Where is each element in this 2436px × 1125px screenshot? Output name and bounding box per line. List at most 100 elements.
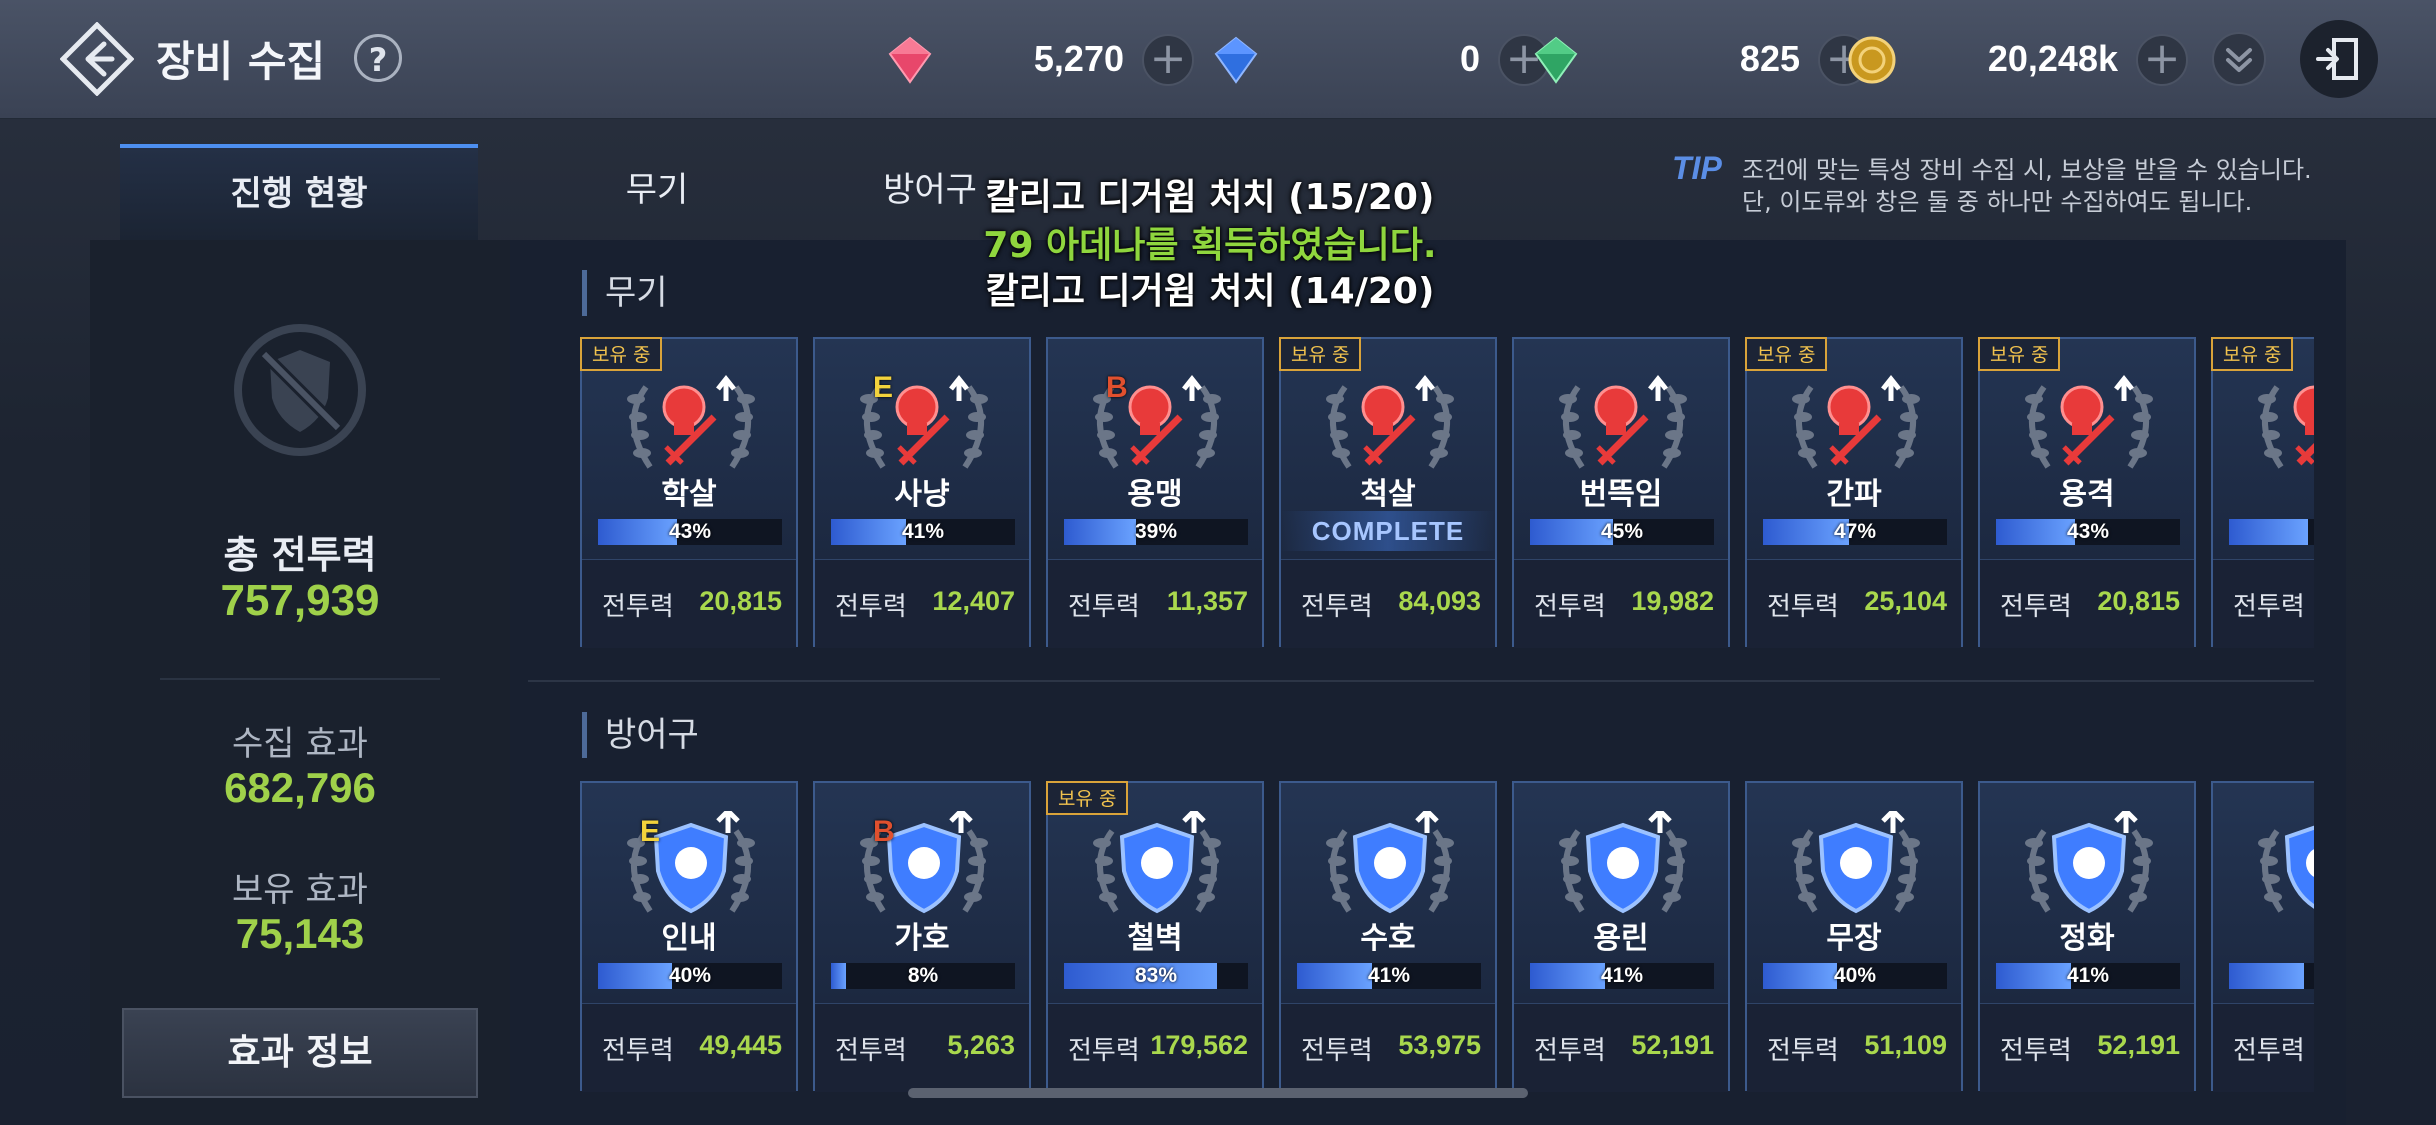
power-label: 전투력 [835, 592, 907, 622]
item-name: 철벽 [1127, 921, 1183, 956]
weapon-card[interactable]: 보유 중 전투력 [2211, 337, 2314, 648]
item-name: 학살 [661, 477, 717, 512]
power-row: 전투력 49,445 [582, 1003, 796, 1092]
weapon-card[interactable]: 보유 중척살 COMPLETE 전투력 84,093 [1279, 337, 1497, 648]
shield-sword-emblem-icon [234, 324, 366, 456]
progress-percent: 40% [1833, 964, 1877, 987]
back-button[interactable] [59, 21, 135, 97]
weapon-card-row: 보유 중 학살 43% 전투력 20,815 E 사냥 41% 전투력 12,407 B 용맹 39% 전… [580, 337, 2314, 649]
complete-banner: COMPLETE [1281, 511, 1495, 551]
weapon-card[interactable]: E 사냥 41% 전투력 12,407 [813, 337, 1031, 648]
expand-menu-button[interactable] [2212, 32, 2266, 86]
power-row: 전투력 [2213, 1003, 2314, 1092]
currency-green-gem: 825 + [1530, 30, 1870, 88]
power-row: 전투력 11,357 [1048, 559, 1262, 648]
power-value: 53,975 [1398, 1030, 1481, 1060]
armor-card[interactable]: 정화 41% 전투력 52,191 [1978, 781, 2196, 1092]
armor-card[interactable]: 무장 40% 전투력 51,109 [1745, 781, 1963, 1092]
progress-percent: 45% [1600, 520, 1644, 543]
tip-line-1: 조건에 맞는 특성 장비 수집 시, 보상을 받을 수 있습니다. [1742, 156, 2312, 184]
power-label: 전투력 [1534, 1036, 1606, 1066]
power-row: 전투력 84,093 [1281, 559, 1495, 648]
armor-card[interactable]: 보유 중 철벽 83% 전투력 179,562 [1046, 781, 1264, 1092]
progress-bar: 41% [1297, 963, 1481, 989]
owned-badge: 보유 중 [1279, 337, 1362, 371]
effect-info-button[interactable]: 효과 정보 [122, 1008, 478, 1098]
total-power-value: 757,939 [220, 576, 380, 625]
weapon-card[interactable]: 보유 중 용격 43% 전투력 20,815 [1978, 337, 2196, 648]
power-label: 전투력 [1767, 1036, 1839, 1066]
own-effect-label: 보유 효과 [232, 870, 368, 910]
weapon-card[interactable]: 보유 중 간파 47% 전투력 25,104 [1745, 337, 1963, 648]
currency-blue-gem: 0 + [1210, 30, 1550, 88]
exit-button[interactable] [2300, 20, 2378, 98]
red-gem-icon [888, 36, 932, 84]
skull-shield-icon [2237, 811, 2314, 931]
power-label: 전투력 [1767, 592, 1839, 622]
item-name: 용린 [1593, 921, 1649, 956]
progress-bar: 45% [1530, 519, 1714, 545]
progress-percent: 8% [907, 964, 939, 987]
gold-coin-icon [1848, 36, 1896, 84]
armor-card[interactable]: 수호 41% 전투력 53,975 [1279, 781, 1497, 1092]
power-label: 전투력 [602, 592, 674, 622]
top-bar: 장비 수집 ? 5,270 + 0 + 825 + 20,248k + [0, 0, 2436, 119]
power-row: 전투력 25,104 [1747, 559, 1961, 648]
progress-bar: 83% [1064, 963, 1248, 989]
power-value: 52,191 [1631, 1030, 1714, 1060]
weapon-card[interactable]: B 용맹 39% 전투력 11,357 [1046, 337, 1264, 648]
progress-bar: 41% [1530, 963, 1714, 989]
power-row: 전투력 [2213, 559, 2314, 648]
armor-card[interactable]: E 인내 40% 전투력 49,445 [580, 781, 798, 1092]
progress-percent: 83% [1134, 964, 1178, 987]
power-label: 전투력 [2000, 1036, 2072, 1066]
add-currency-button[interactable]: + [1142, 34, 1194, 86]
power-label: 전투력 [835, 1036, 907, 1066]
help-button[interactable]: ? [354, 34, 402, 82]
power-value: 49,445 [699, 1030, 782, 1060]
power-row: 전투력 179,562 [1048, 1003, 1262, 1092]
armor-card[interactable]: 전투력 [2211, 781, 2314, 1092]
power-label: 전투력 [602, 1036, 674, 1066]
item-name: 사냥 [894, 477, 950, 512]
green-gem-icon [1534, 36, 1578, 84]
item-name: 인내 [661, 921, 717, 956]
item-name: 척살 [1360, 477, 1416, 512]
progress-percent: 40% [668, 964, 712, 987]
power-value: 5,263 [947, 1030, 1015, 1060]
progress-bar: 40% [598, 963, 782, 989]
item-name: 번뜩임 [1579, 477, 1663, 512]
progress-percent: 41% [1367, 964, 1411, 987]
power-value: 84,093 [1398, 586, 1481, 616]
owned-badge: 보유 중 [580, 337, 663, 371]
owned-badge: 보유 중 [1978, 337, 2061, 371]
blue-gem-icon [1214, 36, 1258, 84]
horizontal-scrollbar[interactable] [908, 1088, 1528, 1098]
power-value: 179,562 [1150, 1030, 1248, 1060]
grade-badge: B [1106, 371, 1128, 404]
power-label: 전투력 [2233, 1036, 2305, 1066]
tab-progress[interactable]: 진행 현황 [120, 144, 478, 240]
notice-kill-progress: 칼리고 디거윔 처치 (15/20) [985, 177, 1435, 218]
currency-gold: 20,248k + [1846, 30, 2188, 88]
double-chevron-down-icon [2226, 48, 2252, 72]
armor-card[interactable]: B 가호 8% 전투력 5,263 [813, 781, 1031, 1092]
weapon-card[interactable]: 번뜩임 45% 전투력 19,982 [1512, 337, 1730, 648]
progress-percent: 41% [901, 520, 945, 543]
power-label: 전투력 [1534, 592, 1606, 622]
item-name: 가호 [894, 921, 950, 956]
power-value: 11,357 [1166, 586, 1248, 616]
power-label: 전투력 [1068, 592, 1140, 622]
armor-card[interactable]: 용린 41% 전투력 52,191 [1512, 781, 1730, 1092]
item-name: 용격 [2059, 477, 2115, 512]
add-currency-button[interactable]: + [2136, 34, 2188, 86]
power-value: 51,109 [1864, 1030, 1947, 1060]
power-label: 전투력 [1301, 1036, 1373, 1066]
weapon-card[interactable]: 보유 중 학살 43% 전투력 20,815 [580, 337, 798, 648]
power-row: 전투력 19,982 [1514, 559, 1728, 648]
own-effect-value: 75,143 [235, 910, 365, 957]
progress-percent: 41% [1600, 964, 1644, 987]
power-value: 20,815 [699, 586, 782, 616]
exit-door-icon [2316, 38, 2358, 80]
tip-line-2: 단, 이도류와 창은 둘 중 하나만 수집하여도 됩니다. [1742, 188, 2253, 216]
